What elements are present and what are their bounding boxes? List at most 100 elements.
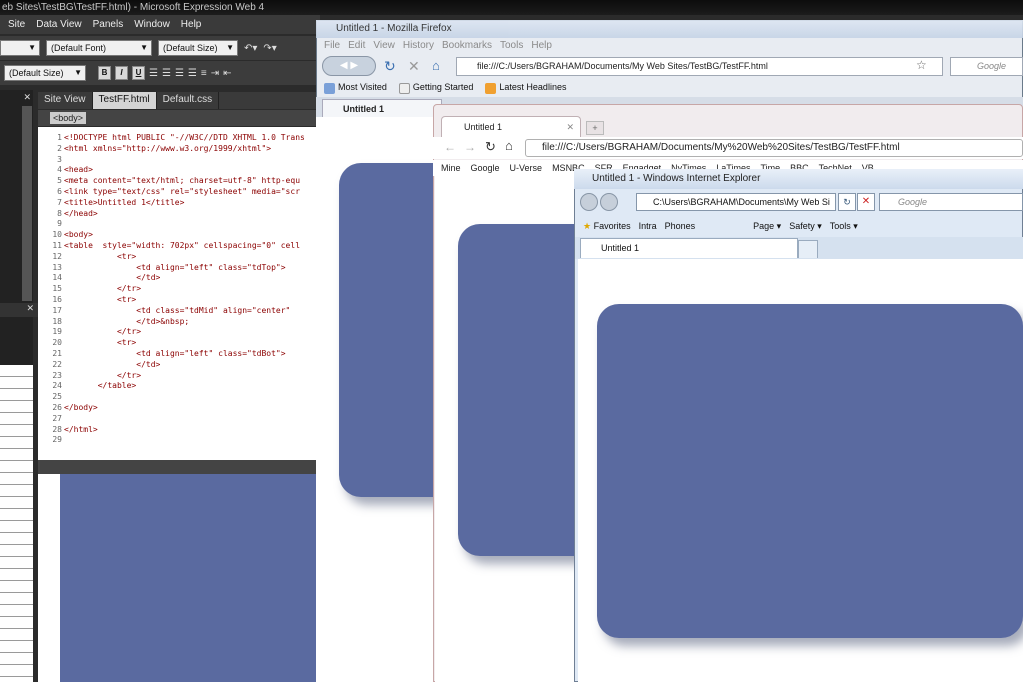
ff-stop-icon[interactable]: ✕ [408, 58, 420, 75]
code-line[interactable]: 13 <td align="left" class="tdTop"> [38, 263, 316, 274]
code-line[interactable]: 22 </td> [38, 360, 316, 371]
ie-tools-menu[interactable]: Tools ▾ [830, 221, 858, 232]
ie-refresh-icon[interactable]: ↻ [838, 193, 856, 211]
code-line[interactable]: 7 <title>Untitled 1</title> [38, 198, 316, 209]
code-editor-scrollbar[interactable] [38, 460, 316, 474]
justify-icon[interactable]: ☰ [188, 68, 197, 79]
second-panel-close-icon[interactable]: ✕ [0, 303, 38, 317]
chrome-tab-close-icon[interactable]: ✕ [566, 117, 574, 137]
code-line[interactable]: 4 <head> [38, 165, 316, 176]
code-line[interactable]: 24 </table> [38, 381, 316, 392]
ie-forward-button[interactable] [600, 193, 618, 211]
ie-address-bar[interactable]: C:\Users\BGRAHAM\Documents\My Web Si [636, 193, 836, 211]
body-tag-selector[interactable]: <body> [50, 112, 87, 124]
underline-button[interactable]: U [132, 66, 145, 80]
chrome-reload-icon[interactable]: ↻ [485, 139, 496, 155]
bookmark-getting-started[interactable]: Getting Started [398, 82, 473, 94]
bookmark-latest-headlines[interactable]: Latest Headlines [485, 82, 566, 94]
chrome-new-tab-button[interactable]: + [586, 121, 604, 135]
redo-icon[interactable]: ↷▾ [263, 43, 276, 54]
align-center-icon[interactable]: ☰ [162, 68, 171, 79]
bold-button[interactable]: B [98, 66, 111, 80]
font-size-combo[interactable]: (Default Size) ▼ [158, 40, 238, 56]
code-line[interactable]: 9 [38, 219, 316, 230]
code-line[interactable]: 11 <table style="width: 702px" cellspacin… [38, 241, 316, 252]
italic-button[interactable]: I [115, 66, 128, 80]
undo-icon[interactable]: ↶▾ [244, 43, 257, 54]
code-line[interactable]: 12 <tr> [38, 252, 316, 263]
chrome-forward-icon[interactable]: → [464, 140, 476, 154]
chrome-address-bar[interactable]: file:///C:/Users/BGRAHAM/Documents/My%20… [525, 139, 1023, 157]
code-line[interactable]: 15 </tr> [38, 284, 316, 295]
panel-pin-close-icon[interactable]: ✕ [0, 92, 33, 106]
code-line[interactable]: 1 <!DOCTYPE html PUBLIC "-//W3C//DTD XHTM… [38, 133, 316, 144]
code-line[interactable]: 8 </head> [38, 209, 316, 220]
ff-address-bar[interactable]: file:///C:/Users/BGRAHAM/Documents/My We… [456, 57, 943, 76]
code-line[interactable]: 2 <html xmlns="http://www.w3.org/1999/xht… [38, 144, 316, 155]
code-line[interactable]: 10 <body> [38, 230, 316, 241]
code-line[interactable]: 19 </tr> [38, 327, 316, 338]
code-line[interactable]: 29 [38, 435, 316, 446]
ie-phones-link[interactable]: Phones [665, 221, 696, 231]
chrome-home-icon[interactable]: ⌂ [505, 138, 513, 153]
code-line[interactable]: 20 <tr> [38, 338, 316, 349]
ff-tab-untitled[interactable]: Untitled 1 [322, 99, 442, 117]
code-line[interactable]: 21 <td align="left" class="tdBot"> [38, 349, 316, 360]
menu-panels[interactable]: Panels [93, 19, 124, 30]
ff-menu-file[interactable]: File [324, 40, 340, 54]
ie-back-button[interactable] [580, 193, 598, 211]
menu-data-view[interactable]: Data View [36, 19, 81, 30]
chrome-tab-untitled[interactable]: Untitled 1 ✕ [441, 116, 581, 137]
chrome-bookmark[interactable]: Google [471, 163, 500, 173]
code-line[interactable]: 5 <meta content="text/html; charset=utf-8… [38, 176, 316, 187]
ie-page-menu[interactable]: Page ▾ [753, 221, 781, 232]
list-icon[interactable]: ≡ [201, 68, 207, 79]
ff-menu-tools[interactable]: Tools [500, 40, 523, 54]
code-line[interactable]: 23 </tr> [38, 371, 316, 382]
ff-reload-icon[interactable]: ↻ [384, 58, 396, 75]
menu-help[interactable]: Help [181, 19, 202, 30]
align-left-icon[interactable]: ☰ [149, 68, 158, 79]
ff-search-input[interactable]: Google [950, 57, 1023, 76]
code-line[interactable]: 14 </td> [38, 273, 316, 284]
ff-menu-history[interactable]: History [403, 40, 434, 54]
chrome-bookmark[interactable]: U-Verse [510, 163, 543, 173]
code-line[interactable]: 6 <link type="text/css" rel="stylesheet" … [38, 187, 316, 198]
ie-search-input[interactable]: Google [879, 193, 1023, 211]
code-line[interactable]: 27 [38, 414, 316, 425]
tab-testff-html[interactable]: TestFF.html [92, 92, 157, 109]
code-editor[interactable]: 1 <!DOCTYPE html PUBLIC "-//W3C//DTD XHTM… [38, 127, 316, 460]
ff-back-forward-button[interactable]: ◀ ▶ [322, 56, 376, 76]
tab-site-view[interactable]: Site View [38, 92, 93, 109]
indent-icon[interactable]: ⇥ [211, 68, 219, 79]
outdent-icon[interactable]: ⇤ [223, 68, 231, 79]
ff-menu-help[interactable]: Help [531, 40, 552, 54]
code-line[interactable]: 3 [38, 155, 316, 166]
code-line[interactable]: 17 <td class="tdMid" align="center" [38, 306, 316, 317]
ie-tab-untitled[interactable]: Untitled 1 [580, 238, 798, 258]
tab-default-css[interactable]: Default.css [157, 92, 220, 109]
ff-menu-bookmarks[interactable]: Bookmarks [442, 40, 492, 54]
ie-favorites[interactable]: ★ Favorites [583, 221, 631, 232]
menu-site[interactable]: Site [8, 19, 25, 30]
font-combo[interactable]: (Default Font) ▼ [46, 40, 152, 56]
code-line[interactable]: 16 <tr> [38, 295, 316, 306]
ie-intra-link[interactable]: Intra [639, 221, 657, 231]
ie-safety-menu[interactable]: Safety ▾ [789, 221, 822, 232]
code-line[interactable]: 18 </td>&nbsp; [38, 317, 316, 328]
ff-menu-view[interactable]: View [373, 40, 395, 54]
code-line[interactable]: 26 </body> [38, 403, 316, 414]
left-panel-scrollbar[interactable] [22, 106, 32, 301]
align-right-icon[interactable]: ☰ [175, 68, 184, 79]
chrome-bookmark[interactable]: Mine [441, 163, 461, 173]
ie-new-tab-button[interactable] [798, 240, 818, 258]
style-combo[interactable]: ▼ [0, 40, 40, 56]
menu-window[interactable]: Window [134, 19, 170, 30]
paragraph-size-combo[interactable]: (Default Size) ▼ [4, 65, 86, 81]
bookmark-most-visited[interactable]: Most Visited [324, 82, 387, 94]
code-line[interactable]: 25 [38, 392, 316, 403]
ie-stop-icon[interactable]: ✕ [857, 193, 875, 211]
chrome-back-icon[interactable]: ← [444, 140, 456, 154]
ff-bookmark-star-icon[interactable]: ☆ [916, 58, 927, 72]
ff-menu-edit[interactable]: Edit [348, 40, 365, 54]
